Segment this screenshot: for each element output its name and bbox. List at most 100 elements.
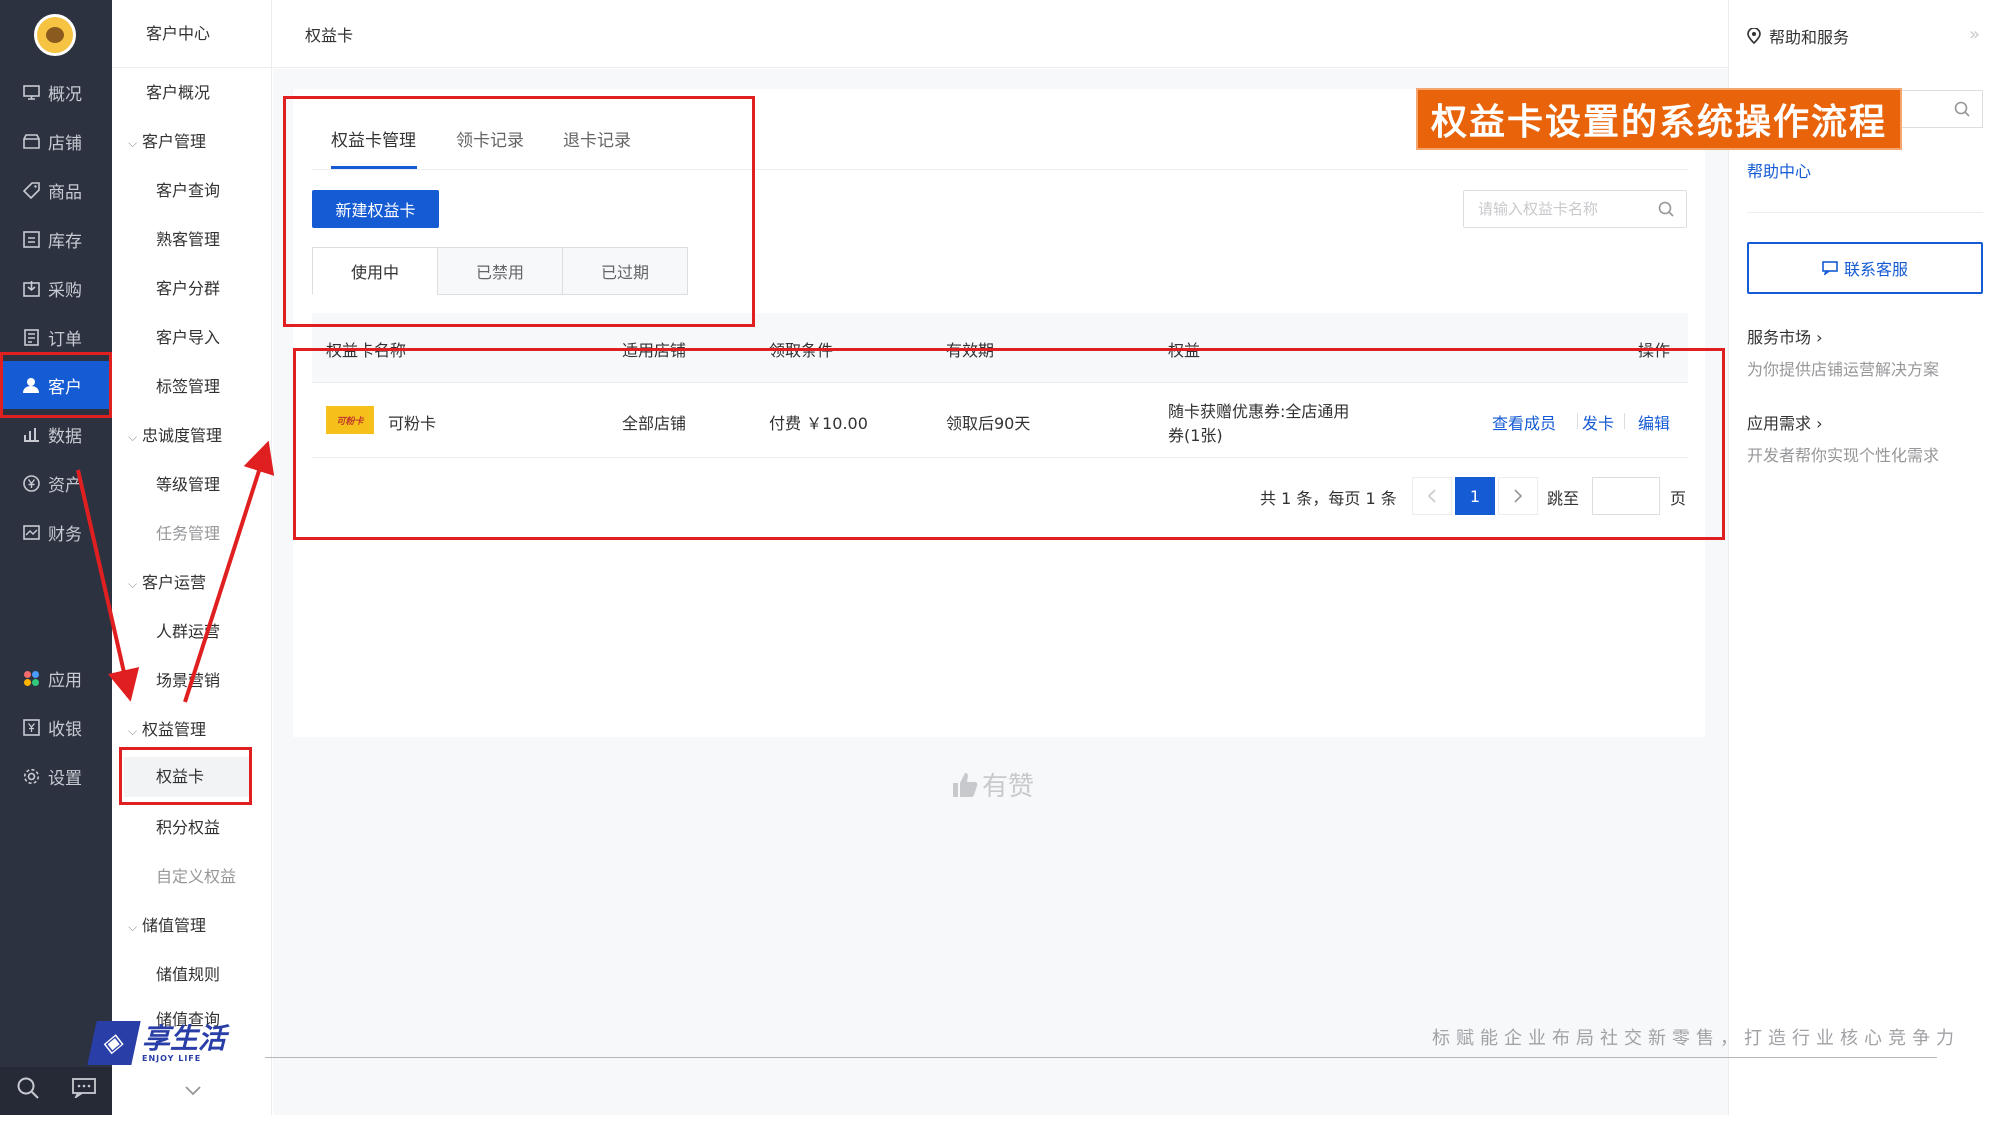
status-filter: 使用中 已禁用 已过期: [312, 247, 688, 295]
nav-item-customers[interactable]: 客户: [0, 361, 112, 409]
collapse-panel-icon[interactable]: »: [1969, 24, 1980, 45]
group-label: 客户管理: [142, 132, 207, 151]
order-icon: [21, 327, 41, 347]
service-market-link[interactable]: 服务市场 ›: [1747, 324, 1823, 348]
subnav-group-stored-value[interactable]: ⌵ 储值管理: [112, 906, 272, 946]
column-header: 有效期: [946, 341, 995, 360]
subnav-group-loyalty[interactable]: ⌵ 忠诚度管理: [112, 416, 272, 456]
subnav-item-levels[interactable]: 等级管理: [112, 465, 272, 505]
nav-label: 商品: [48, 182, 82, 203]
issue-card-link[interactable]: 发卡: [1582, 410, 1614, 434]
search-icon[interactable]: [1658, 201, 1674, 217]
footer-slogan: 标赋能企业布局社交新零售，打造行业核心竞争力: [1432, 1028, 1960, 1049]
search-icon[interactable]: [17, 1077, 39, 1105]
nav-item-assets[interactable]: 资产: [0, 459, 112, 507]
tab-benefit-card-mgmt[interactable]: 权益卡管理: [331, 126, 416, 151]
subnav-group-operations[interactable]: ⌵ 客户运营: [112, 563, 272, 603]
help-header: 帮助和服务: [1747, 24, 1849, 48]
pagination-summary: 共 1 条，每页 1 条: [1260, 489, 1397, 508]
message-icon[interactable]: [71, 1078, 96, 1104]
app-demand-link[interactable]: 应用需求 ›: [1747, 410, 1823, 434]
subnav-item-crowd-ops[interactable]: 人群运营: [112, 612, 272, 652]
chart-icon: [21, 424, 41, 444]
subnav-item-query[interactable]: 客户查询: [112, 171, 272, 211]
jump-page-input[interactable]: [1592, 477, 1660, 515]
subnav-group-benefits[interactable]: ⌵ 权益管理: [112, 710, 272, 750]
next-page-button[interactable]: [1498, 477, 1538, 515]
subnav-item-import[interactable]: 客户导入: [112, 318, 272, 358]
subnav-item-regulars[interactable]: 熟客管理: [112, 220, 272, 260]
shop-logo[interactable]: [34, 14, 76, 56]
store-icon: [21, 131, 41, 151]
nav-label: 库存: [48, 231, 82, 252]
nav-item-overview[interactable]: 概况: [0, 68, 112, 116]
subnav-item-stored-rules[interactable]: 储值规则: [112, 955, 272, 995]
nav-item-apps[interactable]: 应用: [0, 654, 112, 702]
column-header: 权益: [1168, 341, 1201, 360]
nav-item-orders[interactable]: 订单: [0, 313, 112, 361]
subnav-item-benefit-card[interactable]: 权益卡: [124, 757, 252, 797]
nav-item-store[interactable]: 店铺: [0, 117, 112, 165]
app-demand-desc: 开发者帮你实现个性化需求: [1747, 446, 1940, 465]
nav-label: 数据: [48, 426, 82, 447]
tab-claim-records[interactable]: 领卡记录: [456, 126, 524, 151]
divider: [1624, 413, 1625, 429]
subnav-item-tasks[interactable]: 任务管理: [112, 514, 272, 554]
tag-icon: [21, 180, 41, 200]
inventory-icon: [21, 229, 41, 249]
contact-support-button[interactable]: 联系客服: [1747, 242, 1983, 294]
tab-refund-records[interactable]: 退卡记录: [563, 126, 631, 151]
footer-divider: [265, 1057, 1937, 1058]
primary-nav: 概况 店铺 商品 库存 采购 订单 客户 数据 资产 财务 应用 收银 设置: [0, 0, 112, 1115]
nav-label: 设置: [48, 768, 82, 789]
subnav-item-scenario-marketing[interactable]: 场景营销: [112, 661, 272, 701]
nav-item-cashier[interactable]: 收银: [0, 703, 112, 751]
nav-label: 订单: [48, 329, 82, 350]
view-members-link[interactable]: 查看成员: [1492, 410, 1556, 434]
subnav-group-customer-mgmt[interactable]: ⌵ 客户管理: [112, 122, 272, 162]
prev-page-button[interactable]: [1412, 477, 1452, 515]
finance-icon: [21, 522, 41, 542]
group-label: 权益管理: [142, 720, 207, 739]
page-unit-label: 页: [1670, 489, 1687, 508]
search-icon[interactable]: [1954, 101, 1970, 117]
nav-item-data[interactable]: 数据: [0, 410, 112, 458]
card-search-input[interactable]: [1464, 191, 1644, 227]
edit-link[interactable]: 编辑: [1638, 410, 1670, 434]
status-tab-expired[interactable]: 已过期: [562, 247, 688, 295]
nav-label: 店铺: [48, 133, 82, 154]
chat-icon: [1822, 261, 1838, 275]
group-label: 客户运营: [142, 573, 207, 592]
column-header: 权益卡名称: [326, 341, 407, 360]
subnav-item-points-benefit[interactable]: 积分权益: [112, 808, 272, 848]
subnav-item-segments[interactable]: 客户分群: [112, 269, 272, 309]
thumbs-up-icon: [953, 772, 978, 797]
status-tab-disabled[interactable]: 已禁用: [437, 247, 563, 295]
nav-item-finance[interactable]: 财务: [0, 508, 112, 556]
nav-label: 财务: [48, 524, 82, 545]
column-header: 适用店铺: [622, 341, 687, 360]
subnav-item-custom-benefit[interactable]: 自定义权益: [112, 857, 272, 897]
nav-label: 收银: [48, 719, 82, 740]
chevron-down-icon: ⌵: [128, 577, 138, 591]
help-title: 帮助和服务: [1769, 28, 1850, 47]
nav-item-inventory[interactable]: 库存: [0, 215, 112, 263]
help-center-link[interactable]: 帮助中心: [1747, 158, 1811, 182]
nav-item-goods[interactable]: 商品: [0, 166, 112, 214]
chevron-down-icon: ⌵: [128, 136, 138, 150]
nav-item-purchase[interactable]: 采购: [0, 264, 112, 312]
divider: [1577, 413, 1578, 429]
chevron-down-icon: ⌵: [128, 724, 138, 738]
card-benefit-line2: 券(1张): [1168, 426, 1223, 445]
nav-bottom-bar: [0, 1067, 112, 1115]
new-benefit-card-button[interactable]: 新建权益卡: [312, 190, 439, 228]
service-market-desc: 为你提供店铺运营解决方案: [1747, 360, 1940, 379]
subnav-item-overview[interactable]: 客户概况: [112, 73, 272, 113]
status-tab-active[interactable]: 使用中: [312, 247, 438, 295]
page-number-current[interactable]: 1: [1455, 477, 1495, 515]
subnav-item-tags[interactable]: 标签管理: [112, 367, 272, 407]
nav-item-settings[interactable]: 设置: [0, 752, 112, 800]
nav-label: 采购: [48, 280, 82, 301]
chevron-down-icon[interactable]: [184, 1082, 202, 1101]
cashier-icon: [21, 717, 41, 737]
